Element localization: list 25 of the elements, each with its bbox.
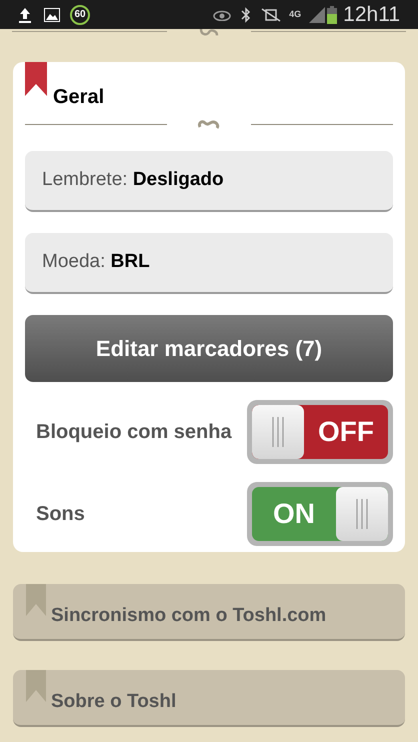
section-header[interactable]: Sincronismo com o Toshl.com [13,584,405,641]
toggle-thumb[interactable] [336,487,388,541]
setting-field[interactable]: Moeda: BRL [25,233,393,294]
toggle-label: Sons [35,502,85,527]
upload-icon [18,6,32,22]
image-icon [44,8,60,22]
setting-field[interactable]: Lembrete: Desligado [25,151,393,212]
signal-icon [309,6,326,22]
eye-icon [213,8,232,20]
card-title: Geral [52,85,104,110]
section-header[interactable]: Sobre o Toshl [13,670,405,727]
edit-tags-button[interactable]: Editar marcadores (7) [25,315,393,382]
ornament-icon [197,118,221,130]
status-badge: 60 [70,4,90,24]
clock: 12h11 [343,2,400,28]
toggle-label: Bloqueio com senha [35,420,232,445]
toggle-thumb[interactable] [252,405,304,459]
battery-icon [327,6,338,24]
toggle-switch[interactable]: ON [247,482,393,546]
bluetooth-icon [241,6,252,22]
ornament-icon [197,29,221,37]
bookmark-icon [26,670,46,702]
network-type: 4G [289,8,302,21]
bookmark-icon [26,584,46,616]
toggle-switch[interactable]: OFF [247,400,393,464]
